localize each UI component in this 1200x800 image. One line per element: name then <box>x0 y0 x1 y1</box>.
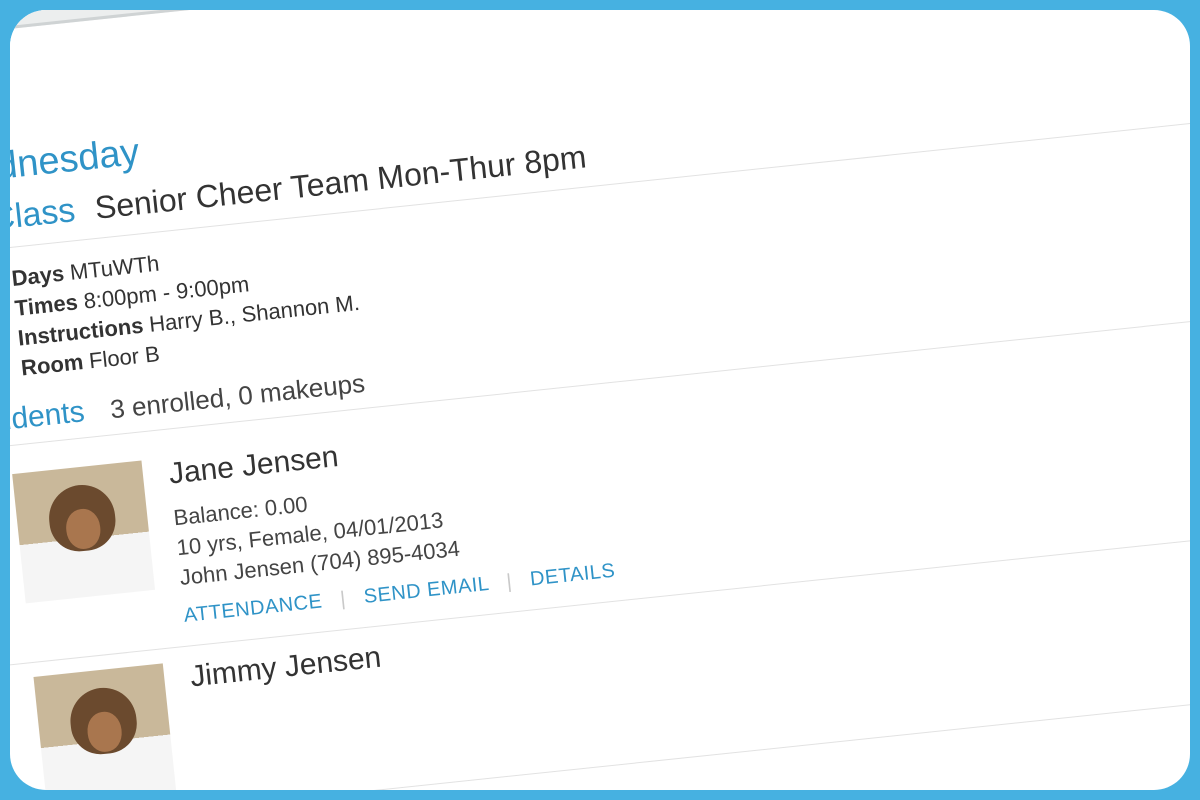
days-label: Days <box>10 261 65 291</box>
separator: | <box>505 570 513 592</box>
class-label: Class <box>10 191 77 239</box>
attendance-link[interactable]: ATTENDANCE <box>183 590 324 626</box>
students-summary: 3 enrolled, 0 makeups <box>109 368 367 426</box>
avatar <box>33 663 176 790</box>
send-email-link[interactable]: SEND EMAIL <box>363 573 490 608</box>
separator: | <box>339 588 347 610</box>
avatar <box>12 460 155 603</box>
days-value: MTuWTh <box>69 251 161 285</box>
times-label: Times <box>14 289 79 320</box>
students-label: Students <box>10 395 86 441</box>
room-label: Room <box>20 349 85 380</box>
arrow-left-icon <box>10 10 37 11</box>
room-value: Floor B <box>88 341 161 373</box>
details-link[interactable]: DETAILS <box>529 560 616 591</box>
